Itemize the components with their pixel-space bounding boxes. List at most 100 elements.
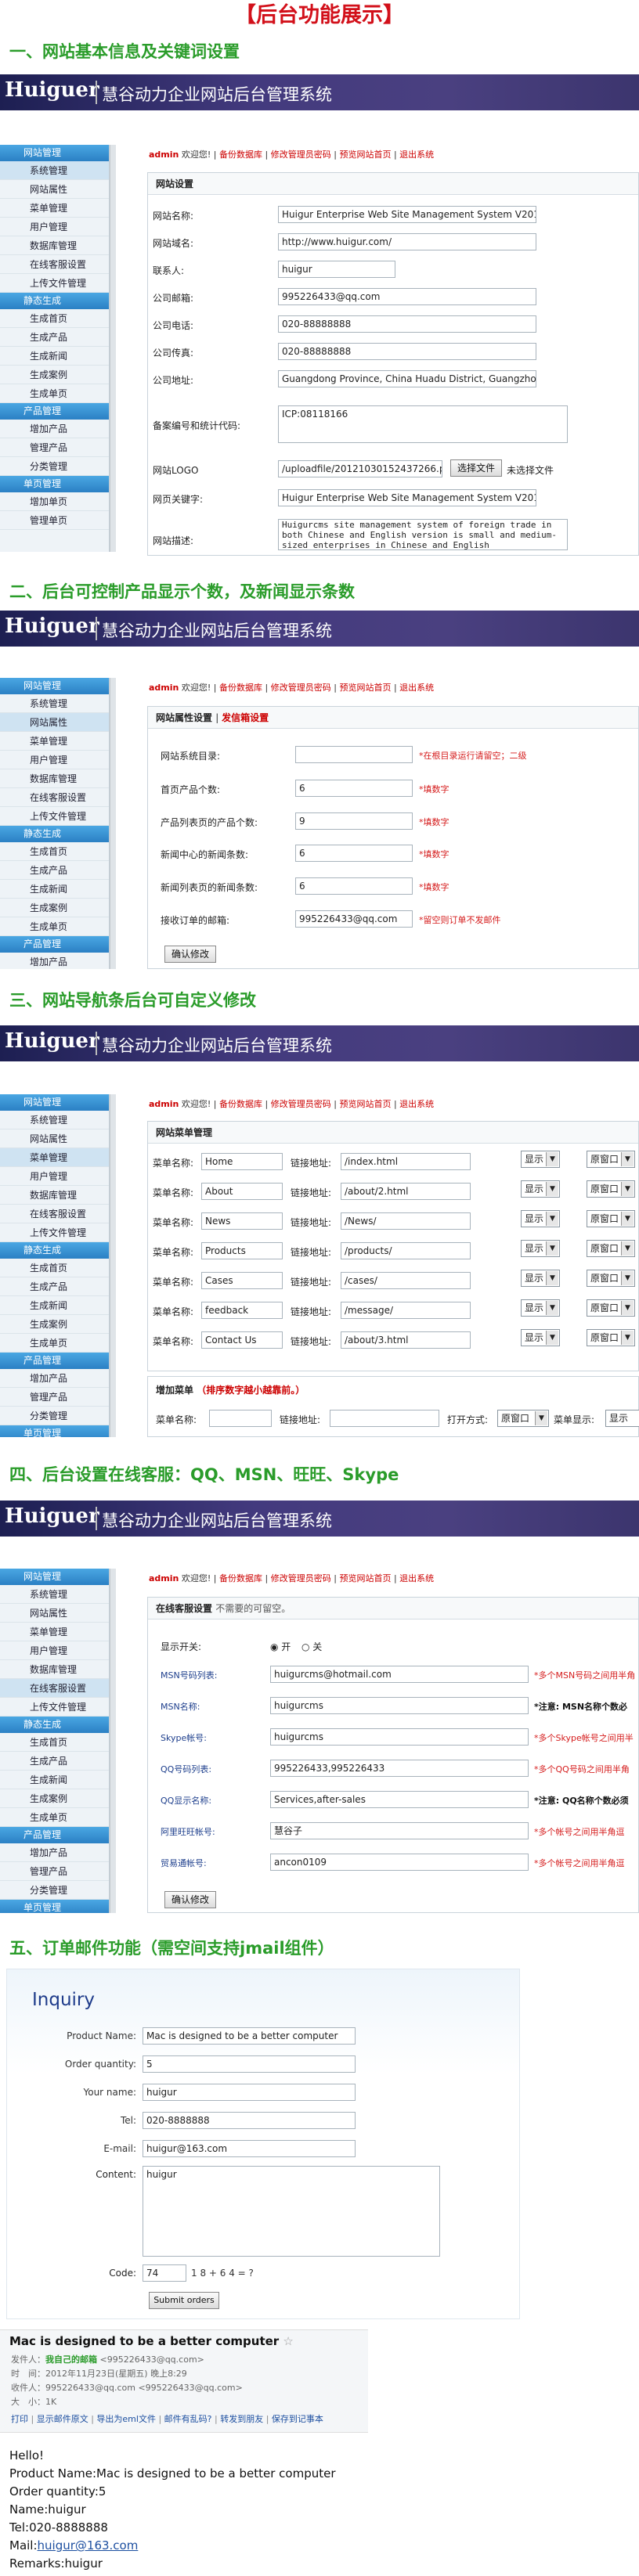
- field-input[interactable]: huigur: [143, 2084, 356, 2101]
- field-input[interactable]: huigur: [278, 261, 395, 278]
- sidebar-group-header[interactable]: 网站管理: [0, 678, 109, 694]
- sidebar-scrollbar[interactable]: [110, 1094, 116, 1437]
- field-input[interactable]: Services,after-sales: [270, 1791, 529, 1808]
- menu-link-input[interactable]: /index.html: [341, 1153, 471, 1170]
- icp-textarea[interactable]: ICP:08118166: [278, 405, 568, 443]
- sidebar-item[interactable]: 网站属性: [0, 713, 109, 732]
- menu-show-select[interactable]: 显示 ▼: [521, 1299, 560, 1317]
- menu-show-select[interactable]: 显示 ▼: [521, 1270, 560, 1287]
- email-action-link[interactable]: 保存到记事本: [272, 2414, 323, 2424]
- menu-open-select[interactable]: 原窗口 ▼: [587, 1299, 635, 1317]
- field-input[interactable]: Guangdong Province, China Huadu District…: [278, 370, 536, 387]
- sidebar-group-header[interactable]: 单页管理: [0, 1425, 109, 1437]
- sidebar-group-header[interactable]: 产品管理: [0, 403, 109, 420]
- sidebar-item[interactable]: 上传文件管理: [0, 1223, 109, 1242]
- sidebar-item[interactable]: 数据库管理: [0, 769, 109, 788]
- sidebar-item[interactable]: 在线客服设置: [0, 1205, 109, 1223]
- code-input[interactable]: 74: [143, 2264, 186, 2282]
- sidebar-item[interactable]: 生成首页: [0, 309, 109, 328]
- menu-name-input[interactable]: News: [201, 1212, 283, 1230]
- sidebar-item[interactable]: 分类管理: [0, 457, 109, 476]
- sidebar-group-header[interactable]: 单页管理: [0, 1900, 109, 1913]
- sidebar-item[interactable]: 上传文件管理: [0, 1698, 109, 1717]
- sidebar-item[interactable]: 网站属性: [0, 1604, 109, 1623]
- sidebar-item[interactable]: 生成产品: [0, 328, 109, 347]
- sidebar-item[interactable]: 在线客服设置: [0, 255, 109, 274]
- sidebar-group-header[interactable]: 产品管理: [0, 1353, 109, 1369]
- sidebar-item[interactable]: 生成新闻: [0, 880, 109, 899]
- sidebar-item[interactable]: 生成新闻: [0, 347, 109, 366]
- sidebar-item[interactable]: 数据库管理: [0, 236, 109, 255]
- field-input[interactable]: 020-8888888: [143, 2112, 356, 2129]
- sidebar-item[interactable]: 在线客服设置: [0, 788, 109, 807]
- field-input[interactable]: 995226433,995226433: [270, 1760, 529, 1777]
- sidebar-item[interactable]: 生成案例: [0, 899, 109, 917]
- sidebar-group-header[interactable]: 网站管理: [0, 145, 109, 161]
- sidebar-item[interactable]: 生成首页: [0, 842, 109, 861]
- sidebar-item[interactable]: 系统管理: [0, 161, 109, 180]
- sidebar-group-header[interactable]: 产品管理: [0, 1827, 109, 1843]
- sidebar-item[interactable]: 管理产品: [0, 1862, 109, 1881]
- field-input[interactable]: 慧谷子: [270, 1822, 529, 1839]
- sidebar-item[interactable]: 生成单页: [0, 384, 109, 403]
- logout-link[interactable]: 退出系统: [399, 683, 434, 693]
- menu-link-input[interactable]: /about/2.html: [341, 1183, 471, 1200]
- choose-file-button[interactable]: 选择文件: [450, 459, 502, 477]
- sidebar-item[interactable]: 系统管理: [0, 1111, 109, 1129]
- field-input[interactable]: ancon0109: [270, 1854, 529, 1871]
- keywords-input[interactable]: Huigur Enterprise Web Site Management Sy…: [278, 489, 536, 506]
- logout-link[interactable]: 退出系统: [399, 150, 434, 160]
- menu-link-input[interactable]: /about/3.html: [341, 1331, 471, 1349]
- menu-name-input[interactable]: About: [201, 1183, 283, 1200]
- sidebar-item[interactable]: 数据库管理: [0, 1660, 109, 1679]
- preview-home-link[interactable]: 预览网站首页: [339, 1573, 391, 1583]
- menu-show-select[interactable]: 显示 ▼: [521, 1240, 560, 1257]
- sidebar-item[interactable]: 增加单页: [0, 492, 109, 511]
- email-action-link[interactable]: 导出为eml文件: [96, 2414, 156, 2424]
- sidebar-item[interactable]: 数据库管理: [0, 1186, 109, 1205]
- preview-home-link[interactable]: 预览网站首页: [339, 1099, 391, 1109]
- field-input[interactable]: Mac is designed to be a better computer: [143, 2027, 356, 2045]
- tab-mail-settings[interactable]: 发信箱设置: [222, 712, 269, 723]
- sidebar-item[interactable]: 用户管理: [0, 1641, 109, 1660]
- sidebar-item[interactable]: 生成新闻: [0, 1771, 109, 1789]
- tab-site-attributes[interactable]: 网站属性设置: [156, 712, 212, 723]
- sidebar-scrollbar[interactable]: [110, 145, 116, 552]
- sidebar-item[interactable]: 分类管理: [0, 1881, 109, 1900]
- menu-open-select[interactable]: 原窗口 ▼: [587, 1151, 635, 1168]
- sidebar-item[interactable]: 增加产品: [0, 420, 109, 438]
- sidebar-item[interactable]: 分类管理: [0, 1407, 109, 1425]
- menu-open-select[interactable]: 原窗口 ▼: [587, 1180, 635, 1198]
- sidebar-group-header[interactable]: 静态生成: [0, 293, 109, 309]
- radio-on[interactable]: ◉ 开: [270, 1640, 291, 1653]
- field-input[interactable]: 6: [295, 780, 413, 797]
- field-input[interactable]: 9: [295, 812, 413, 830]
- menu-name-input[interactable]: Cases: [201, 1272, 283, 1289]
- content-textarea[interactable]: huigur: [143, 2166, 440, 2257]
- field-input[interactable]: 5: [143, 2055, 356, 2073]
- menu-link-input[interactable]: /cases/: [341, 1272, 471, 1289]
- change-password-link[interactable]: 修改管理员密码: [271, 150, 331, 160]
- change-password-link[interactable]: 修改管理员密码: [271, 683, 331, 693]
- confirm-button[interactable]: 确认修改: [164, 946, 216, 963]
- sidebar-item[interactable]: 网站属性: [0, 180, 109, 199]
- field-input[interactable]: 6: [295, 845, 413, 862]
- sidebar-item[interactable]: 网站属性: [0, 1129, 109, 1148]
- field-input[interactable]: 995226433@qq.com: [278, 288, 536, 305]
- email-action-link[interactable]: 邮件有乱码?: [164, 2414, 212, 2424]
- field-input[interactable]: http://www.huigur.com/: [278, 233, 536, 250]
- sidebar-item[interactable]: 菜单管理: [0, 732, 109, 751]
- sidebar-item[interactable]: 生成单页: [0, 1334, 109, 1353]
- menu-link-input[interactable]: /products/: [341, 1242, 471, 1259]
- sidebar-item[interactable]: 增加产品: [0, 1843, 109, 1862]
- menu-show-select[interactable]: 显示 ▼: [521, 1151, 560, 1168]
- menu-name-input[interactable]: Products: [201, 1242, 283, 1259]
- sidebar-item[interactable]: 生成案例: [0, 1315, 109, 1334]
- sidebar-item[interactable]: 增加产品: [0, 953, 109, 969]
- menu-link-input[interactable]: /News/: [341, 1212, 471, 1230]
- menu-open-select[interactable]: 原窗口 ▼: [587, 1270, 635, 1287]
- confirm-button[interactable]: 确认修改: [164, 1891, 216, 1908]
- sidebar-item[interactable]: 用户管理: [0, 218, 109, 236]
- star-icon[interactable]: ☆: [283, 2334, 293, 2348]
- sidebar-item[interactable]: 生成单页: [0, 1808, 109, 1827]
